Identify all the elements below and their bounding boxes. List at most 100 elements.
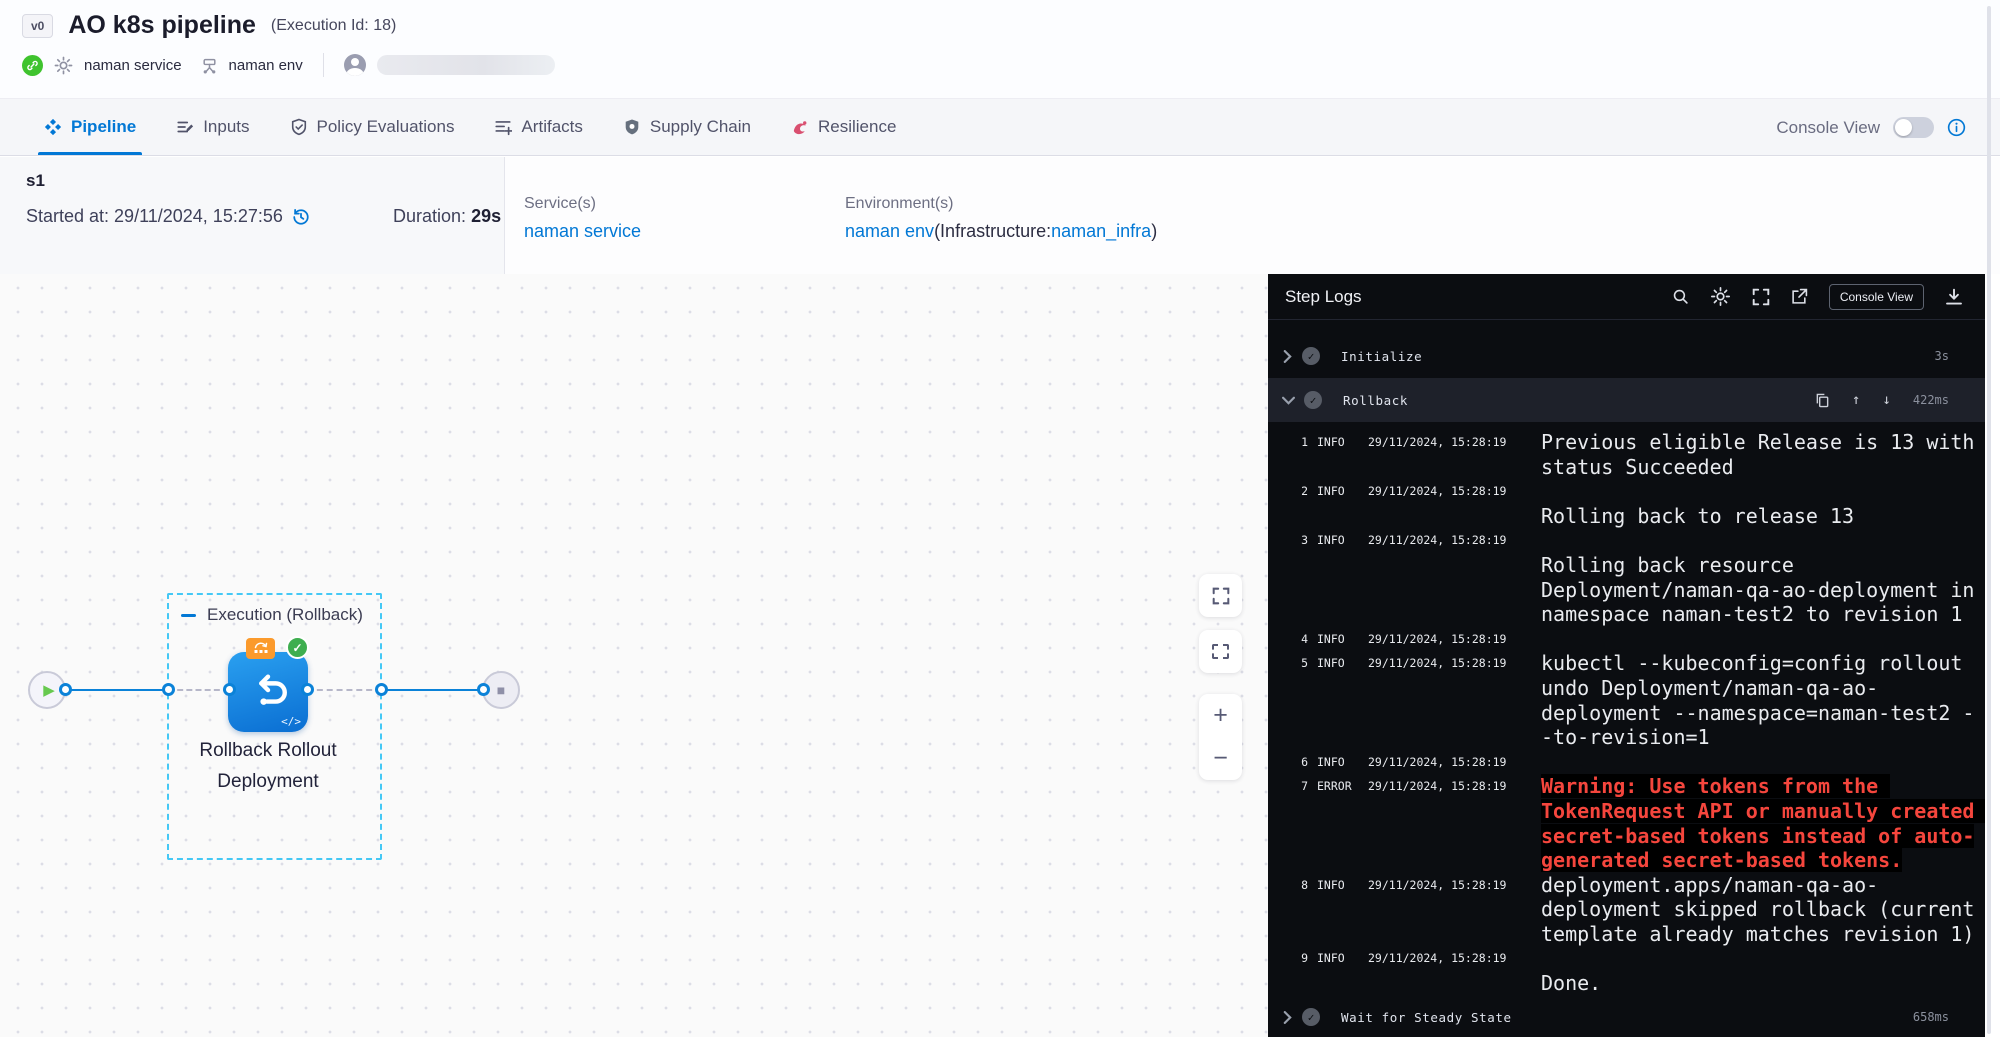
stop-icon: ■ (497, 682, 505, 698)
status-success-icon (22, 55, 43, 76)
started-at: Started at: 29/11/2024, 15:27:56 (26, 206, 311, 227)
trigger-user-avatar (344, 54, 366, 76)
log-section-initialize[interactable]: ✓ Initialize 3s (1268, 334, 1985, 378)
execution-id: (Execution Id: 18) (271, 17, 396, 35)
log-line-timestamp: 29/11/2024, 15:28:19 (1368, 873, 1520, 898)
open-in-new-icon[interactable] (1791, 288, 1808, 305)
section-success-icon: ✓ (1302, 1008, 1320, 1026)
step-success-icon: ✓ (286, 636, 309, 659)
group-title-row: Execution (Rollback) (181, 605, 363, 625)
log-sections: ✓ Initialize 3s ✓ Rollback ↑ ↓ 422ms (1268, 320, 1985, 422)
environment-tag[interactable]: naman env (229, 57, 303, 74)
stage-name: s1 (26, 171, 45, 191)
log-line-level: ERROR (1317, 774, 1363, 799)
console-view-cluster: Console View (1776, 99, 1966, 156)
policy-evaluations-icon (290, 118, 308, 136)
scroll-up-icon[interactable]: ↑ (1852, 392, 1860, 408)
infra-suffix: ) (1151, 221, 1157, 241)
scroll-down-icon[interactable]: ↓ (1882, 392, 1890, 408)
log-line: 1 INFO 29/11/2024, 15:28:19 Previous eli… (1268, 430, 1985, 479)
log-section-rollback[interactable]: ✓ Rollback ↑ ↓ 422ms (1268, 378, 1985, 422)
service-tag[interactable]: naman service (84, 57, 182, 74)
history-icon[interactable] (291, 207, 311, 227)
canvas-fullscreen-button[interactable] (1199, 574, 1242, 617)
log-line-message: kubectl --kubeconfig=config rollout undo… (1541, 651, 1985, 749)
zoom-out-button[interactable]: − (1199, 737, 1242, 780)
fullscreen-icon (1212, 587, 1230, 605)
log-line: 8 INFO 29/11/2024, 15:28:19 deployment.a… (1268, 873, 1985, 947)
code-glyph: </> (281, 715, 301, 728)
play-icon: ▶ (43, 681, 55, 699)
section-duration: 422ms (1913, 393, 1949, 407)
search-icon[interactable] (1672, 288, 1689, 305)
section-name: Rollback (1343, 393, 1408, 408)
log-line-level: INFO (1317, 627, 1363, 652)
log-line-timestamp: 29/11/2024, 15:28:19 (1368, 946, 1520, 971)
canvas-zoom-controls: + − (1199, 694, 1242, 780)
log-line-timestamp: 29/11/2024, 15:28:19 (1368, 651, 1520, 676)
tab-supply-chain[interactable]: Supply Chain (623, 99, 751, 155)
tab-bar: Pipeline Inputs Policy Evaluations Artif… (0, 99, 2000, 156)
zoom-in-button[interactable]: + (1199, 694, 1242, 737)
services-label: Service(s) (524, 195, 641, 213)
artifacts-icon (494, 118, 512, 136)
rollback-arrow-icon (245, 669, 291, 715)
canvas-select-button[interactable] (1199, 630, 1242, 673)
log-line: 3 INFO 29/11/2024, 15:28:19 Rolling back… (1268, 528, 1985, 626)
log-settings-gear-icon[interactable] (1710, 286, 1731, 307)
expand-logs-icon[interactable] (1752, 288, 1770, 306)
log-line-number: 4 (1294, 627, 1308, 652)
log-section-wait-steady-state[interactable]: ✓ Wait for Steady State 658ms (1268, 997, 1985, 1037)
trigger-user-redacted (377, 55, 555, 75)
tab-artifacts[interactable]: Artifacts (494, 99, 582, 155)
infrastructure-link[interactable]: naman_infra (1051, 221, 1151, 241)
log-body[interactable]: 1 INFO 29/11/2024, 15:28:19 Previous eli… (1268, 422, 1985, 997)
environment-link[interactable]: naman env (845, 221, 934, 241)
page-title: AO k8s pipeline (68, 11, 256, 40)
tab-policy-evaluations[interactable]: Policy Evaluations (290, 99, 455, 155)
log-line: 4 INFO 29/11/2024, 15:28:19 (1268, 627, 1985, 652)
tab-pipeline[interactable]: Pipeline (44, 99, 136, 155)
log-panel-title: Step Logs (1285, 287, 1362, 307)
section-duration: 3s (1935, 349, 1949, 363)
console-view-button[interactable]: Console View (1829, 284, 1924, 310)
log-line-number: 7 (1294, 774, 1308, 799)
section-name: Wait for Steady State (1341, 1010, 1512, 1025)
edge-group-to-end (381, 689, 483, 691)
environments-label: Environment(s) (845, 195, 1157, 213)
environment-icon (201, 57, 218, 74)
page-header: v0 AO k8s pipeline (Execution Id: 18) na… (0, 0, 2000, 99)
info-icon[interactable] (1947, 118, 1966, 137)
download-logs-icon[interactable] (1945, 288, 1963, 306)
inputs-icon (176, 118, 194, 136)
log-line-level: INFO (1317, 651, 1363, 676)
supply-chain-icon (623, 118, 641, 136)
tab-label: Artifacts (521, 117, 582, 137)
pipeline-canvas[interactable]: Execution (Rollback) ▶ ■ </> ✓ Rollback … (0, 274, 1268, 1037)
service-link[interactable]: naman service (524, 221, 641, 241)
tab-inputs[interactable]: Inputs (176, 99, 249, 155)
log-line-timestamp: 29/11/2024, 15:28:19 (1368, 528, 1520, 553)
rollout-badge-icon (246, 638, 275, 659)
service-gear-icon[interactable] (54, 56, 73, 75)
log-line-timestamp: 29/11/2024, 15:28:19 (1368, 774, 1520, 799)
tab-resilience[interactable]: Resilience (791, 99, 896, 155)
log-line-number: 6 (1294, 750, 1308, 775)
rollback-step-node[interactable]: </> (228, 652, 308, 732)
console-view-label: Console View (1776, 118, 1880, 138)
log-line-number: 1 (1294, 430, 1308, 455)
resilience-icon (791, 118, 809, 136)
infra-prefix: (Infrastructure: (934, 221, 1051, 241)
page-scrollbar[interactable] (1987, 6, 1991, 1034)
connector-dot (223, 683, 236, 696)
console-view-toggle[interactable] (1893, 117, 1934, 138)
copy-icon[interactable] (1815, 393, 1830, 408)
log-line-level: INFO (1317, 750, 1363, 775)
duration-value: 29s (471, 206, 501, 226)
tab-label: Inputs (203, 117, 249, 137)
title-row: v0 AO k8s pipeline (Execution Id: 18) (22, 11, 396, 40)
collapse-group-button[interactable] (181, 614, 196, 617)
log-line-level: INFO (1317, 946, 1363, 971)
log-line-timestamp: 29/11/2024, 15:28:19 (1368, 627, 1520, 652)
connector-dot (301, 683, 314, 696)
